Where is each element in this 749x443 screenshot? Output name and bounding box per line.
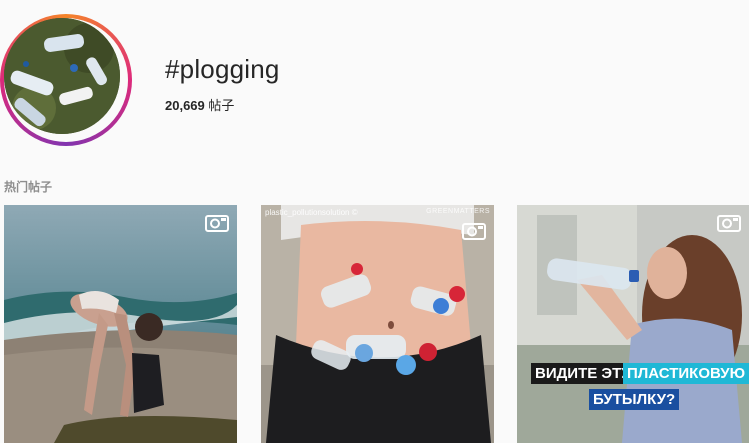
hashtag-title: #plogging xyxy=(165,54,280,84)
post-count-unit: 帖子 xyxy=(208,98,235,113)
video-icon xyxy=(717,215,741,232)
post-count: 20,669 帖子 xyxy=(165,95,234,114)
video-icon xyxy=(462,223,486,240)
overlay-text-line1a: ВИДИТЕ ЭТУ xyxy=(531,363,635,384)
post-caption: plastic_pollutionsolution © xyxy=(265,208,358,217)
hashtag-avatar-image xyxy=(4,18,120,134)
post-image-beach xyxy=(4,205,237,443)
video-icon xyxy=(205,215,229,232)
hashtag-avatar xyxy=(0,14,132,146)
post-count-number: 20,669 xyxy=(165,98,205,113)
overlay-text-line2: БУТЫЛКУ? xyxy=(589,389,680,410)
post-image-bottles xyxy=(261,205,494,443)
overlay-text-line1b: ПЛАСТИКОВУЮ xyxy=(623,363,749,384)
post-tile[interactable]: plastic_pollutionsolution © GREENMATTERS xyxy=(261,205,494,443)
top-posts-label: 热门帖子 xyxy=(4,180,53,194)
post-tile[interactable] xyxy=(4,205,237,443)
post-brand: GREENMATTERS xyxy=(426,208,490,215)
post-tile[interactable]: ВИДИТЕ ЭТУ ПЛАСТИКОВУЮ БУТЫЛКУ? xyxy=(517,205,749,443)
